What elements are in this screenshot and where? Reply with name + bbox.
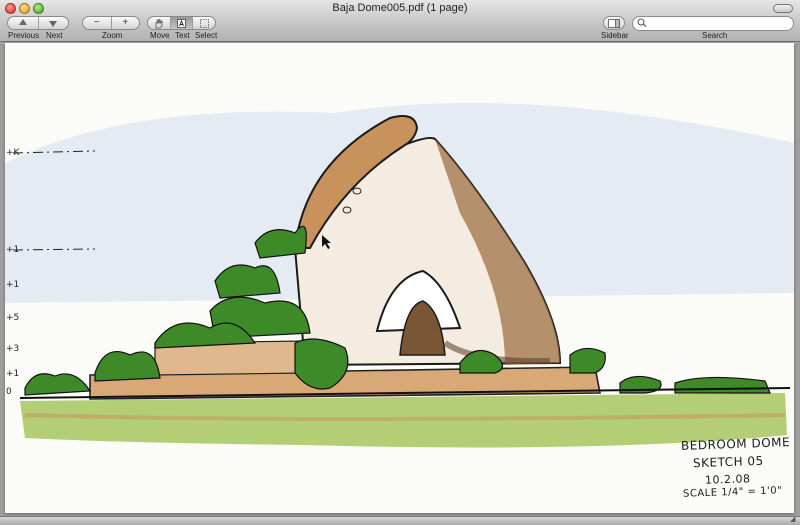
search-label: Search (702, 31, 728, 40)
previous-label: Previous (8, 31, 40, 40)
hand-icon (155, 18, 163, 28)
select-label: Select (195, 31, 218, 40)
zoom-in-button[interactable]: + (112, 17, 140, 29)
tool-mode-control (147, 16, 216, 30)
elevation-mark: +1 (6, 280, 20, 290)
elevation-mark: 0 (6, 387, 12, 397)
zoom-control: − + (82, 16, 140, 30)
sidebar-label: Sidebar (601, 31, 629, 40)
zoom-label: Zoom (102, 31, 123, 40)
arrow-down-icon (49, 21, 58, 27)
arrow-up-icon (18, 19, 27, 25)
elevation-mark: +1 (6, 369, 20, 379)
next-label: Next (46, 31, 63, 40)
pdf-page[interactable]: +K +1 +1 +5 +3 +1 0 BEDROOM DOME SKETCH … (5, 43, 794, 513)
sketch-date-note: 10.2.08 (704, 472, 751, 487)
next-page-button[interactable] (39, 17, 69, 29)
search-input[interactable] (649, 18, 787, 29)
toolbar: Baja Dome005.pdf (1 page) Previous Next … (0, 0, 800, 42)
page-navigation-control (7, 16, 69, 30)
search-field[interactable] (632, 16, 794, 31)
text-tool-button[interactable] (170, 17, 194, 29)
sidebar-button[interactable] (603, 16, 625, 30)
preview-window: Baja Dome005.pdf (1 page) Previous Next … (0, 0, 800, 525)
elevation-mark: +1 (6, 245, 20, 255)
sidebar-toggle[interactable] (604, 17, 624, 29)
dome-sketch-drawing (5, 103, 794, 448)
window-bottom-bar: ◢ (0, 516, 800, 525)
previous-page-button[interactable] (8, 17, 39, 29)
elevation-mark: +K (6, 148, 20, 158)
move-label: Move (150, 31, 170, 40)
move-tool-button[interactable] (148, 17, 171, 29)
text-label: Text (175, 31, 190, 40)
elevation-mark: +3 (6, 344, 20, 354)
window-title: Baja Dome005.pdf (1 page) (332, 2, 468, 14)
resize-grip-icon[interactable]: ◢ (790, 516, 798, 524)
toolbar-toggle-button[interactable] (773, 4, 793, 13)
text-cursor-icon (177, 18, 186, 28)
elevation-mark: +5 (6, 313, 20, 323)
sketch-number-note: SKETCH 05 (692, 453, 764, 471)
document-area[interactable]: +K +1 +1 +5 +3 +1 0 BEDROOM DOME SKETCH … (0, 43, 800, 525)
marquee-select-icon (199, 18, 209, 28)
select-tool-button[interactable] (193, 17, 215, 29)
search-icon (637, 18, 648, 30)
zoom-out-button[interactable]: − (83, 17, 112, 29)
sidebar-icon (608, 18, 620, 28)
